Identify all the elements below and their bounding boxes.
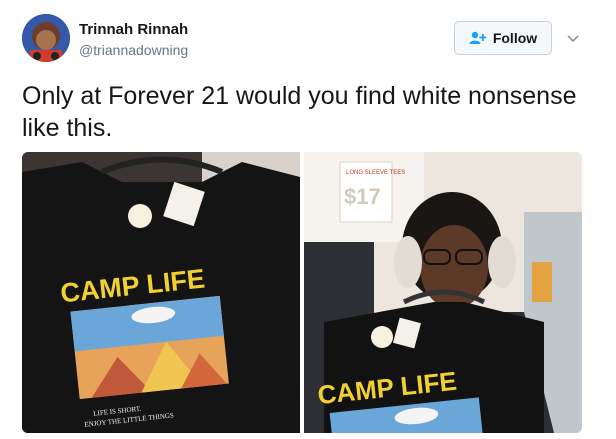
user-info: Trinnah Rinnah @triannadowning — [79, 21, 188, 59]
follow-button[interactable]: Follow — [454, 21, 552, 55]
tweet-header: Trinnah Rinnah @triannadowning Follow — [22, 14, 594, 64]
tweet-media: CAMP LIFE LIFE IS SHORT. ENJOY THE LITTL… — [22, 152, 582, 433]
right-sign-header: LONG SLEEVE TEES — [346, 170, 405, 176]
tweet-text: Only at Forever 21 would you find white … — [22, 82, 577, 142]
avatar[interactable] — [22, 14, 70, 62]
follow-label: Follow — [492, 30, 538, 46]
display-name[interactable]: Trinnah Rinnah — [79, 21, 188, 39]
chevron-down-icon[interactable] — [566, 31, 580, 45]
photo-person-holding-shirt[interactable]: LONG SLEEVE TEES $17 CAMP LIFE — [304, 152, 582, 433]
right-sign-price: $17 — [344, 184, 381, 209]
user-handle[interactable]: @triannadowning — [79, 41, 188, 59]
add-user-icon — [469, 31, 487, 45]
photo-shirt-hanger[interactable]: CAMP LIFE LIFE IS SHORT. ENJOY THE LITTL… — [22, 152, 300, 433]
